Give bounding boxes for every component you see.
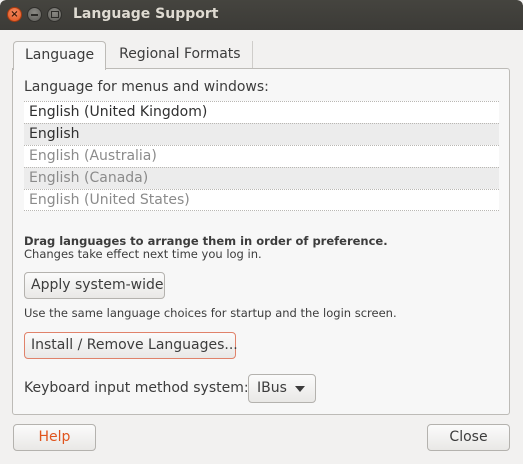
language-panel: Language for menus and windows: English … — [12, 68, 510, 415]
tab-bar: Language Regional Formats — [13, 41, 253, 70]
language-item-english-canada[interactable]: English (Canada) — [24, 167, 499, 189]
keyboard-input-label: Keyboard input method system: — [24, 380, 249, 396]
apply-system-wide-button[interactable]: Apply system-wide — [24, 272, 165, 299]
section-label: Language for menus and windows: — [24, 79, 269, 95]
install-remove-languages-button[interactable]: Install / Remove Languages... — [24, 332, 238, 359]
language-list: English (United Kingdom) English English… — [24, 101, 499, 211]
window-title: Language Support — [73, 6, 219, 22]
language-item-english-uk[interactable]: English (United Kingdom) — [24, 101, 499, 123]
window-close-icon[interactable]: × — [7, 7, 22, 22]
language-item-english[interactable]: English — [24, 123, 499, 145]
tab-regional-formats[interactable]: Regional Formats — [108, 41, 253, 68]
tab-language[interactable]: Language — [13, 41, 107, 70]
close-button[interactable]: Close — [427, 424, 510, 451]
language-support-window: × Language Support Language Regional For… — [0, 0, 523, 464]
help-button[interactable]: Help — [13, 424, 96, 451]
keyboard-input-value: IBus — [257, 380, 287, 396]
title-bar[interactable]: × Language Support — [0, 0, 523, 30]
apply-description: Use the same language choices for startu… — [24, 306, 397, 320]
chevron-down-icon — [295, 386, 305, 392]
keyboard-input-select[interactable]: IBus — [248, 374, 316, 403]
language-item-english-us[interactable]: English (United States) — [24, 189, 499, 211]
drag-hint: Drag languages to arrange them in order … — [24, 234, 388, 248]
language-item-english-australia[interactable]: English (Australia) — [24, 145, 499, 167]
window-minimize-icon[interactable] — [27, 7, 42, 22]
window-maximize-icon[interactable] — [47, 7, 62, 22]
effect-hint: Changes take effect next time you log in… — [24, 247, 262, 261]
